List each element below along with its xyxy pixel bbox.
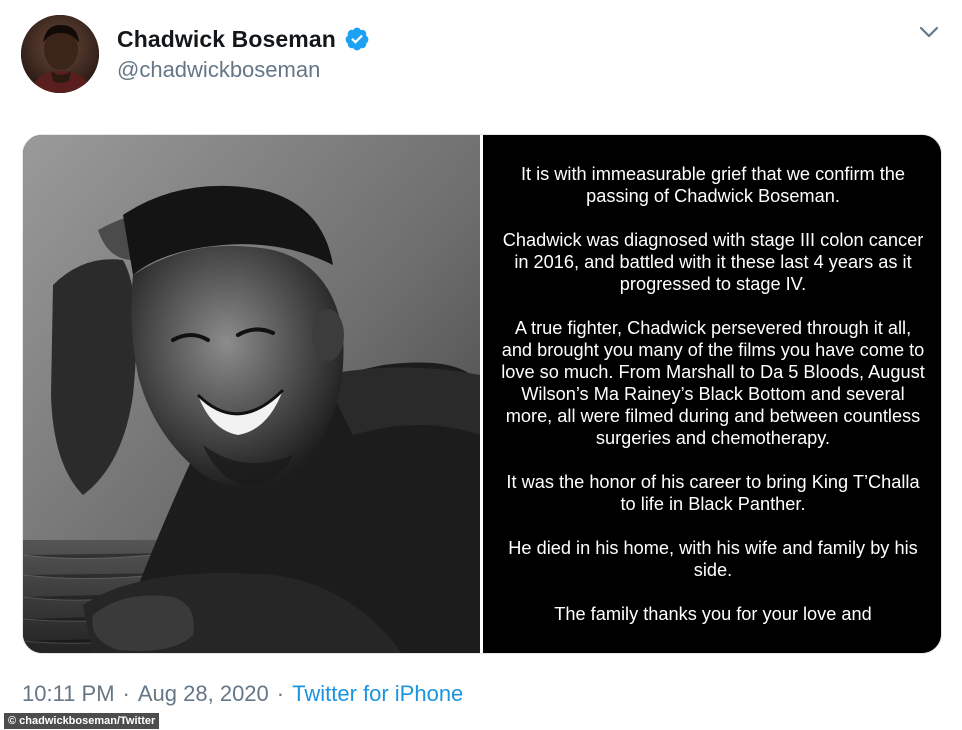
image-credit: © chadwickboseman/Twitter bbox=[4, 713, 160, 729]
statement-paragraph: It was the honor of his career to bring … bbox=[506, 472, 920, 514]
avatar[interactable] bbox=[21, 15, 99, 93]
author-name-row[interactable]: Chadwick Boseman bbox=[117, 23, 370, 55]
tweet-time[interactable]: 10:11 PM bbox=[22, 681, 115, 706]
display-name[interactable]: Chadwick Boseman bbox=[117, 26, 336, 53]
statement-image[interactable]: It is with immeasurable grief that we co… bbox=[483, 135, 941, 653]
tweet-media: It is with immeasurable grief that we co… bbox=[22, 134, 942, 654]
statement-paragraph: Chadwick was diagnosed with stage III co… bbox=[502, 230, 924, 294]
statement-paragraph: It is with immeasurable grief that we co… bbox=[520, 164, 906, 206]
profile-photo-icon bbox=[21, 15, 99, 93]
statement-text: It is with immeasurable grief that we co… bbox=[501, 163, 925, 647]
verified-badge-icon bbox=[344, 26, 370, 52]
tweet-date[interactable]: Aug 28, 2020 bbox=[138, 681, 269, 706]
statement-paragraph: A true fighter, Chadwick persevered thro… bbox=[501, 318, 925, 448]
statement-paragraph: The family thanks you for your love and bbox=[554, 604, 872, 624]
meta-separator: · bbox=[122, 681, 130, 706]
portrait-photo-image bbox=[23, 135, 480, 653]
statement-paragraph: He died in his home, with his wife and f… bbox=[508, 538, 918, 580]
tweet-source-link[interactable]: Twitter for iPhone bbox=[292, 681, 463, 706]
portrait-photo[interactable] bbox=[23, 135, 480, 653]
meta-separator: · bbox=[276, 681, 285, 706]
tweet-meta: 10:11 PM · Aug 28, 2020 · Twitter for iPhone bbox=[22, 681, 463, 707]
author-handle[interactable]: @chadwickboseman bbox=[117, 57, 320, 83]
chevron-down-icon[interactable] bbox=[916, 22, 942, 42]
